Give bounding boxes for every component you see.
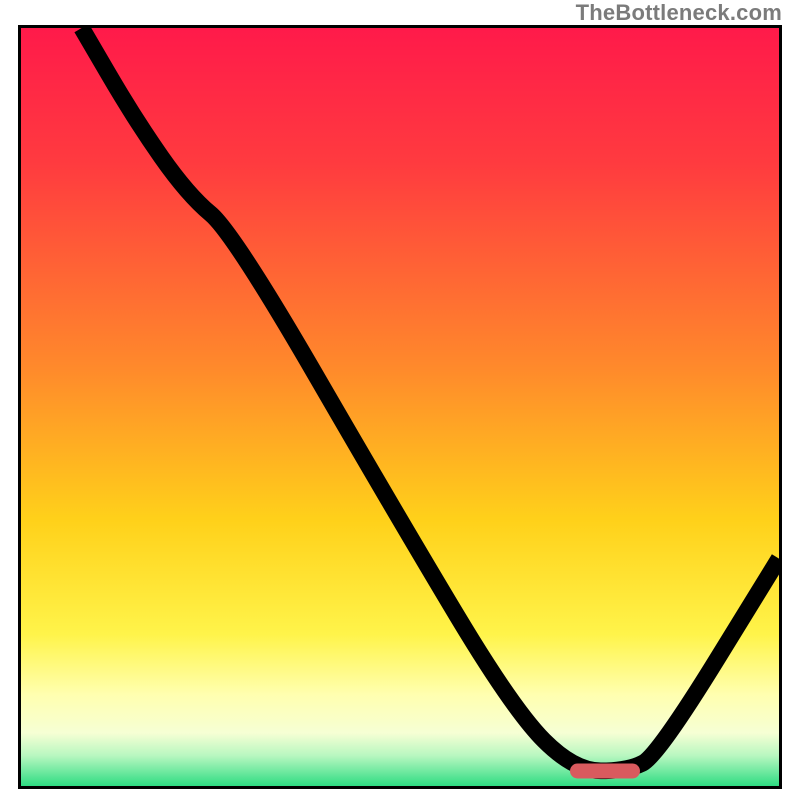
watermark-text: TheBottleneck.com (576, 0, 782, 26)
chart-frame (18, 25, 782, 789)
optimal-marker (570, 763, 640, 778)
bottleneck-curve (21, 28, 779, 786)
